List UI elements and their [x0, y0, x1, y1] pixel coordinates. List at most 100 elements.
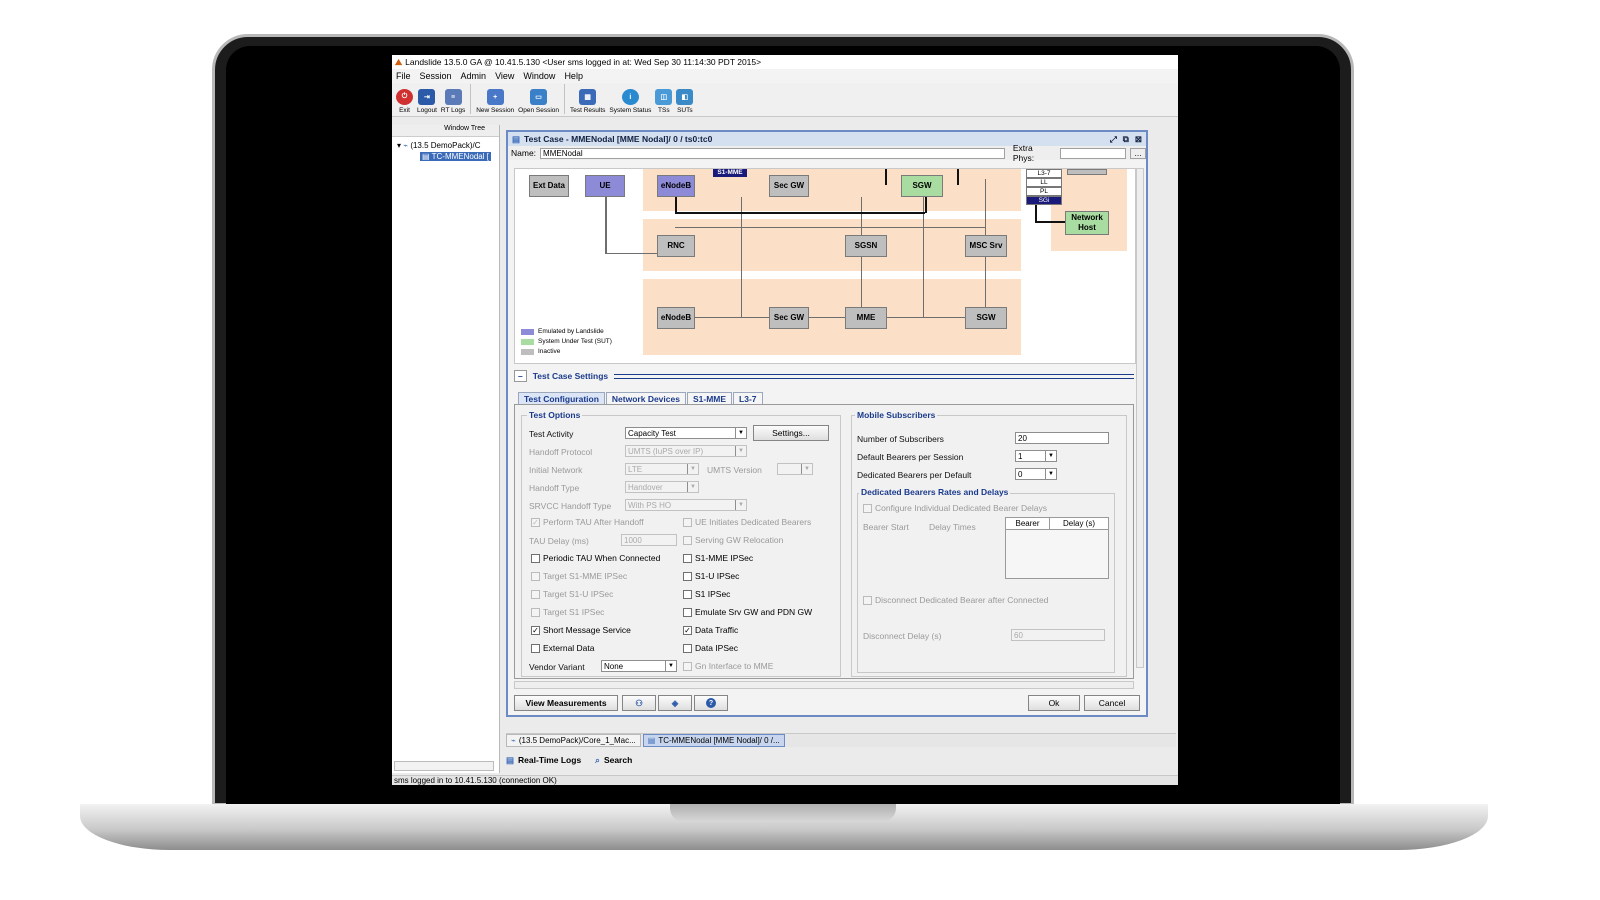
open-session-button[interactable]: ▭ Open Session	[516, 84, 561, 114]
exit-button[interactable]: ⏻ Exit	[394, 84, 415, 114]
handoff-type-select[interactable]: Handover ▼	[625, 481, 699, 493]
new-session-button[interactable]: + New Session	[474, 84, 516, 114]
restore-icon[interactable]: ⤢	[1110, 134, 1117, 145]
diagram-node-enodeb[interactable]: eNodeB	[657, 175, 695, 197]
sms-checkbox[interactable]: ✓ Short Message Service	[531, 625, 631, 635]
diagram-node-sgw[interactable]: SGW	[901, 175, 943, 197]
menu-bar: File Session Admin View Window Help	[392, 69, 1178, 83]
detach-icon[interactable]: ⧉	[1123, 134, 1129, 145]
diagram-node-mme[interactable]: MME	[845, 307, 887, 329]
logout-button[interactable]: ⇥ Logout	[415, 84, 439, 114]
diagram-node-network-host[interactable]: Network Host	[1065, 211, 1109, 235]
tree-item-session[interactable]: ▾ ⌁ (13.5 DemoPack)/C	[397, 141, 481, 150]
menu-session[interactable]: Session	[420, 71, 452, 81]
tree-item-testcase[interactable]: ▤ TC-MMENodal [	[420, 152, 491, 161]
diagram-node-ext-data[interactable]: Ext Data	[529, 175, 569, 197]
diagram-vertical-scrollbar[interactable]	[1136, 168, 1144, 668]
testcase-icon: ▤	[422, 152, 430, 161]
search-icon: ⌕	[595, 754, 600, 765]
num-subscribers-input[interactable]: 20	[1015, 432, 1109, 444]
suts-button[interactable]: ◧ SUTs	[674, 84, 695, 114]
extra-phys-input[interactable]	[1060, 147, 1127, 159]
ok-button[interactable]: Ok	[1028, 695, 1080, 711]
diagram-node-msc-srv[interactable]: MSC Srv	[965, 235, 1007, 257]
serving-gw-checkbox[interactable]: Serving GW Relocation	[683, 535, 783, 545]
handoff-protocol-select[interactable]: UMTS (IuPS over IP) ▼	[625, 445, 747, 457]
doc-tab-testcase[interactable]: ▤ TC-MMENodal [MME Nodal]/ 0 /...	[642, 734, 785, 747]
ts-button[interactable]: ◫ TSs	[653, 84, 674, 114]
disconnect-delay-input[interactable]: 60	[1011, 629, 1105, 641]
external-data-checkbox[interactable]: External Data	[531, 643, 595, 653]
target-s1mme-checkbox[interactable]: Target S1-MME IPSec	[531, 571, 627, 581]
doc-tab-session[interactable]: ⌁ (13.5 DemoPack)/Core_1_Mac...	[506, 734, 641, 747]
target-s1-checkbox[interactable]: Target S1 IPSec	[531, 607, 604, 617]
settings-button[interactable]: Settings...	[753, 425, 829, 441]
name-input[interactable]: MMENodal	[540, 147, 1005, 159]
diagram-node-sec-gw-2[interactable]: Sec GW	[769, 307, 809, 329]
system-status-button[interactable]: i System Status	[607, 84, 653, 114]
tab-search[interactable]: ⌕ Search	[595, 755, 632, 766]
help-button[interactable]: ?	[694, 695, 728, 711]
vendor-variant-select[interactable]: None ▼	[601, 660, 677, 672]
data-traffic-checkbox[interactable]: ✓ Data Traffic	[683, 625, 738, 635]
checkbox-box	[863, 503, 872, 513]
diagram-node-sec-gw[interactable]: Sec GW	[769, 175, 809, 197]
tree-scrollbar[interactable]	[394, 761, 494, 771]
diagram-node-sgsn[interactable]: SGSN	[845, 235, 887, 257]
collapse-icon[interactable]: –	[514, 370, 527, 382]
diagram-node-rnc[interactable]: RNC	[657, 235, 695, 257]
default-bearers-select[interactable]: 1 ▼	[1015, 450, 1057, 462]
bearer-table-header: Bearer Delay (s)	[1006, 518, 1108, 530]
menu-view[interactable]: View	[495, 71, 514, 81]
settings-divider	[614, 373, 1134, 379]
gn-interface-checkbox[interactable]: Gn Interface to MME	[683, 661, 773, 671]
col-delay[interactable]: Delay (s)	[1050, 518, 1108, 529]
ue-initiates-checkbox[interactable]: UE Initiates Dedicated Bearers	[683, 517, 811, 527]
menu-admin[interactable]: Admin	[461, 71, 487, 81]
menu-file[interactable]: File	[396, 71, 411, 81]
toolbar-separator	[564, 84, 566, 114]
test-results-button[interactable]: ▦ Test Results	[568, 84, 607, 114]
rt-logs-button[interactable]: ≡ RT Logs	[439, 84, 467, 114]
s1u-ipsec-checkbox[interactable]: S1-U IPSec	[683, 571, 739, 581]
chevron-down-icon: ▼	[665, 661, 676, 671]
chevron-down-icon: ▼	[735, 500, 746, 510]
vendor-variant-label: Vendor Variant	[529, 662, 585, 672]
tab-real-time-logs[interactable]: ▤ Real-Time Logs	[506, 755, 581, 766]
legend-inactive: Inactive	[521, 347, 612, 357]
diagram-node-enodeb-2[interactable]: eNodeB	[657, 307, 695, 329]
initial-network-select[interactable]: LTE ▼	[625, 463, 699, 475]
network-diagram: Ext Data UE eNodeB S1-MME Sec GW SGW RNC…	[514, 168, 1136, 364]
menu-window[interactable]: Window	[523, 71, 555, 81]
srvcc-select[interactable]: With PS HO ▼	[625, 499, 747, 511]
link-line	[605, 253, 665, 254]
tag-button[interactable]: ◈	[658, 695, 692, 711]
target-s1u-checkbox[interactable]: Target S1-U IPSec	[531, 589, 613, 599]
test-activity-select[interactable]: Capacity Test ▼	[625, 427, 747, 439]
disconnect-bearer-checkbox[interactable]: Disconnect Dedicated Bearer after Connec…	[863, 595, 1048, 605]
configure-delays-checkbox[interactable]: Configure Individual Dedicated Bearer De…	[863, 503, 1047, 513]
umts-version-select[interactable]: ▼	[777, 463, 813, 475]
data-ipsec-checkbox[interactable]: Data IPSec	[683, 643, 738, 653]
emulate-srv-checkbox[interactable]: Emulate Srv GW and PDN GW	[683, 607, 812, 617]
dedicated-bearers-select[interactable]: 0 ▼	[1015, 468, 1057, 480]
panel-horizontal-scrollbar[interactable]	[514, 681, 1134, 689]
diagram-node-sgw-2[interactable]: SGW	[965, 307, 1007, 329]
cancel-button[interactable]: Cancel	[1084, 695, 1140, 711]
users-button[interactable]: ⚇	[622, 695, 656, 711]
legend: Emulated by Landslide System Under Test …	[521, 327, 612, 357]
diagram-node-ue[interactable]: UE	[585, 175, 625, 197]
s1mme-ipsec-checkbox[interactable]: S1-MME IPSec	[683, 553, 753, 563]
close-icon[interactable]: ⊠	[1135, 134, 1142, 145]
tau-delay-input[interactable]: 1000	[621, 534, 677, 546]
col-bearer[interactable]: Bearer	[1006, 518, 1050, 529]
s1-ipsec-checkbox[interactable]: S1 IPSec	[683, 589, 730, 599]
periodic-tau-checkbox[interactable]: Periodic TAU When Connected	[531, 553, 660, 563]
view-measurements-button[interactable]: View Measurements	[514, 695, 618, 711]
link-line-active	[1035, 221, 1065, 223]
menu-help[interactable]: Help	[564, 71, 583, 81]
chevron-down-icon: ▼	[687, 464, 698, 474]
folder-icon: ⌁	[403, 141, 409, 150]
extra-phys-browse-button[interactable]: ...	[1130, 147, 1146, 159]
perform-tau-checkbox[interactable]: ✓ Perform TAU After Handoff	[531, 517, 644, 527]
